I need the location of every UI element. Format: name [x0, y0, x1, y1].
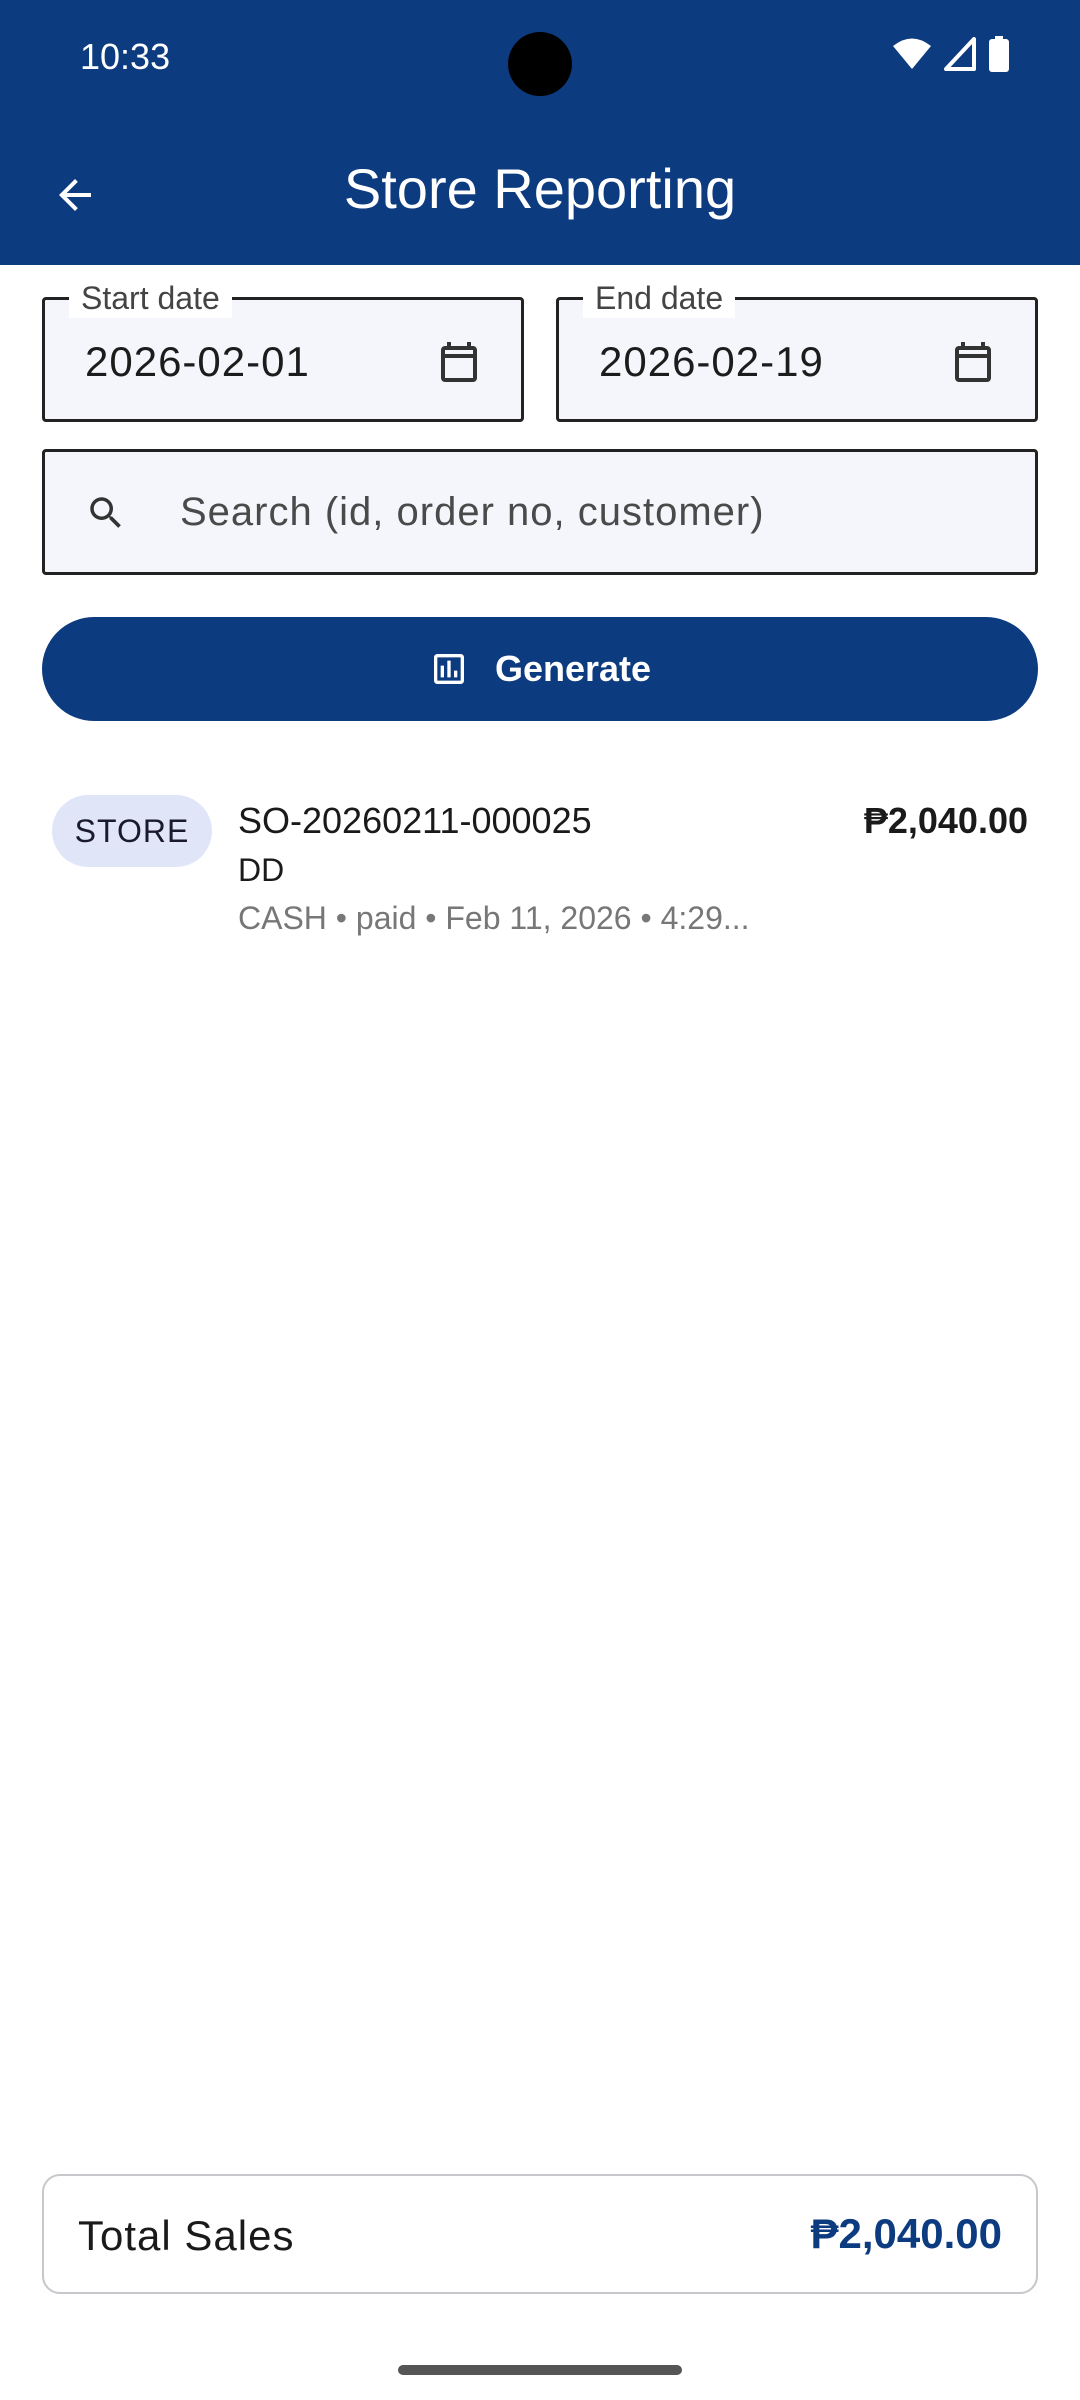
start-date-value: 2026-02-01 [85, 338, 310, 385]
generate-button[interactable]: Generate [42, 617, 1038, 721]
signal-icon [944, 37, 976, 71]
bar-chart-icon [433, 654, 464, 684]
end-date-value: 2026-02-19 [599, 338, 824, 385]
generate-label: Generate [494, 648, 652, 689]
end-date-field[interactable]: End date 2026-02-19 [556, 278, 1038, 422]
customer-name: DD [238, 852, 285, 888]
home-indicator[interactable] [398, 2365, 682, 2375]
end-date-label: End date [583, 278, 736, 318]
total-sales-label: Total Sales [78, 2212, 295, 2259]
camera-cutout [508, 32, 572, 96]
battery-icon [989, 36, 1009, 72]
order-meta: CASH • paid • Feb 11, 2026 • 4:29... [238, 900, 750, 936]
status-time: 10:33 [80, 36, 171, 77]
channel-badge: STORE [52, 795, 212, 867]
calendar-icon[interactable] [949, 338, 997, 386]
wifi-icon [893, 38, 931, 69]
start-date-field[interactable]: Start date 2026-02-01 [42, 278, 524, 422]
search-icon [90, 497, 121, 528]
search-input[interactable] [180, 482, 1000, 542]
order-number: SO-20260211-000025 [238, 800, 592, 841]
screen: 10:33 Store Reporting Start date 2026-02… [0, 0, 1080, 2400]
page-title: Store Reporting [343, 157, 737, 220]
calendar-icon[interactable] [435, 338, 483, 386]
total-sales-value: ₱2,040.00 [810, 2210, 1002, 2257]
list-item[interactable]: STORE SO-20260211-000025 DD CASH • paid … [0, 770, 1080, 950]
start-date-label: Start date [69, 278, 232, 318]
search-field[interactable] [42, 449, 1038, 575]
status-icons [892, 36, 1010, 72]
order-amount: ₱2,040.00 [863, 800, 1028, 841]
app-bar: 10:33 Store Reporting [0, 0, 1080, 265]
total-sales-card: Total Sales ₱2,040.00 [42, 2174, 1038, 2294]
